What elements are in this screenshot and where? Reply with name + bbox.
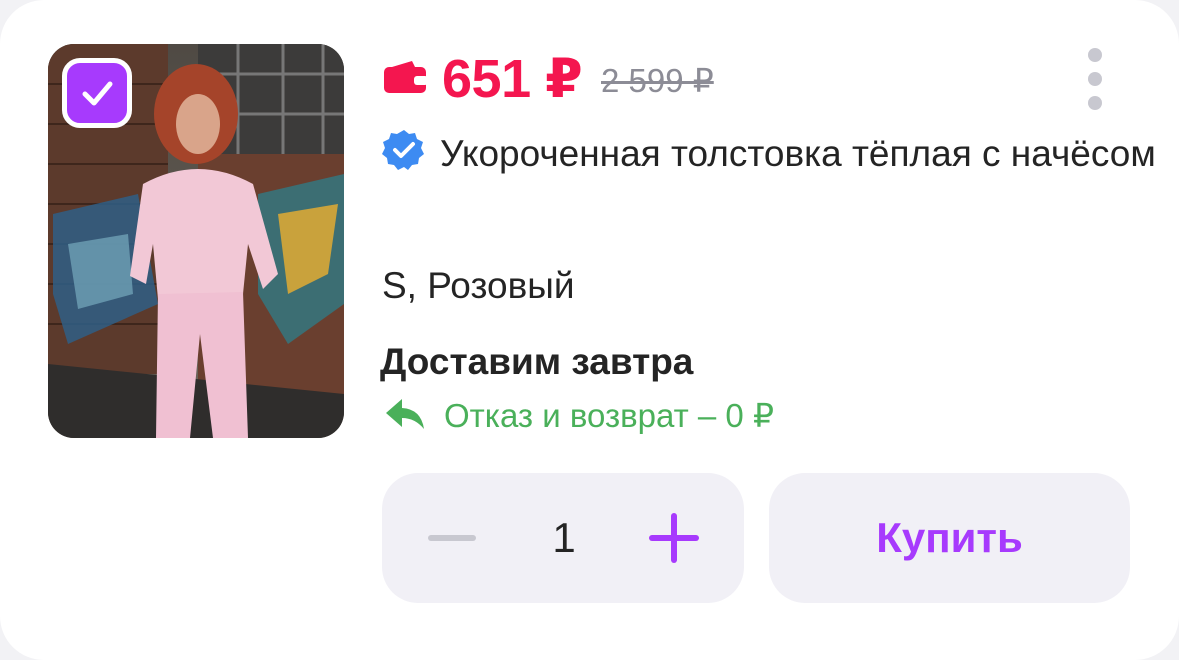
buy-button[interactable]: Купить [769,473,1130,603]
return-policy[interactable]: Отказ и возврат – 0 ₽ [384,396,774,436]
select-item-checkbox[interactable] [62,58,132,128]
minus-icon [428,535,476,541]
increase-quantity-button[interactable] [634,508,714,568]
plus-icon [649,513,699,563]
cart-item-card: 651 ₽ 2 599 ₽ Укороченная толстовка тёпл… [0,0,1179,660]
current-price: 651 ₽ [442,49,583,109]
quantity-stepper: 1 [382,473,744,603]
product-variant: S, Розовый [382,265,575,306]
return-policy-text: Отказ и возврат – 0 ₽ [444,397,774,434]
delivery-date: Доставим завтра [380,341,694,382]
verified-badge-icon [382,128,426,190]
decrease-quantity-button[interactable] [412,508,492,568]
old-price: 2 599 ₽ [601,62,714,99]
wallet-icon [384,59,428,98]
product-title-block[interactable]: Укороченная толстовка тёплая с начёсом [382,124,1162,190]
quantity-value: 1 [552,514,576,561]
more-vertical-icon[interactable] [1083,46,1107,117]
product-title: Укороченная толстовка тёплая с начёсом [440,133,1156,174]
checkmark-icon [82,81,113,106]
return-arrow-icon [384,397,426,436]
